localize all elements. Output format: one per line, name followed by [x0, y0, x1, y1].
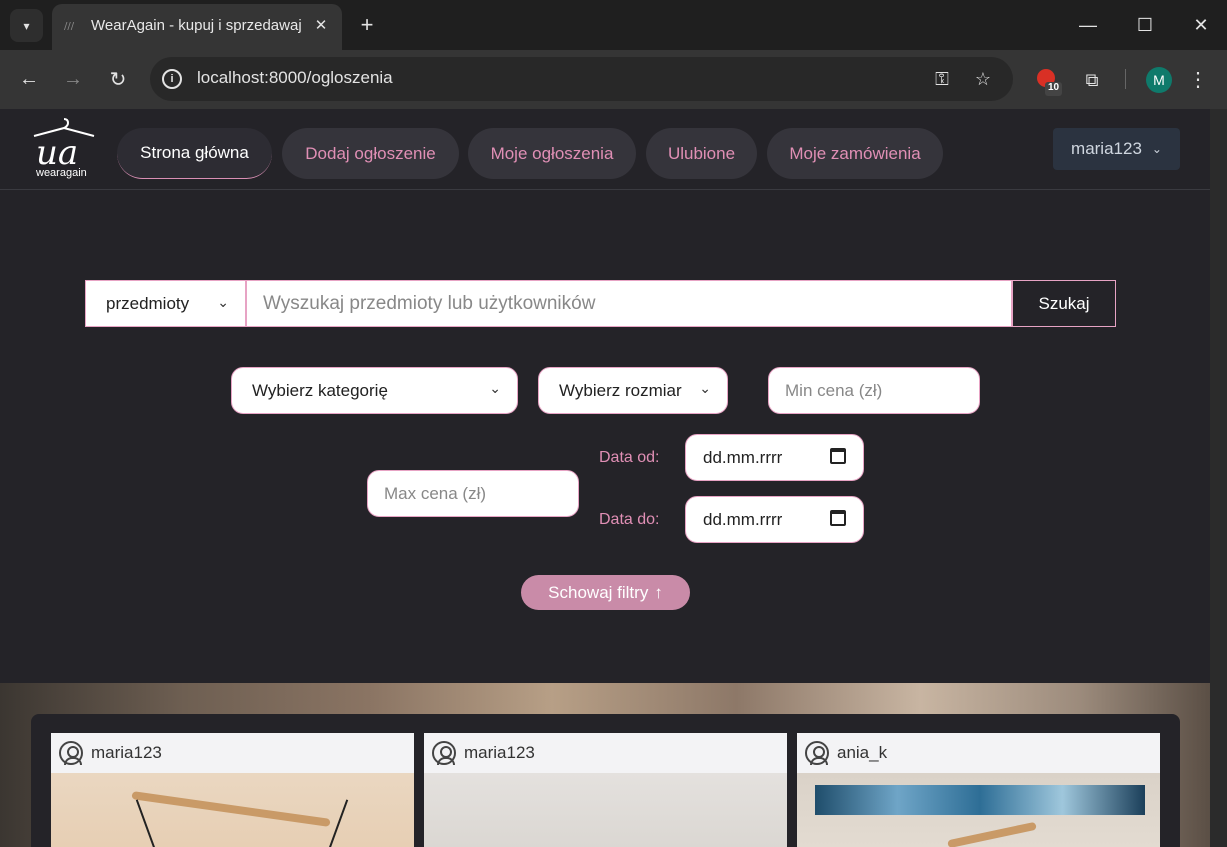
hanger-shape: [947, 821, 1037, 847]
listing-card[interactable]: maria123: [51, 733, 414, 847]
listing-image[interactable]: [424, 773, 787, 847]
date-from-label: Data od:: [599, 449, 660, 466]
chevron-down-icon: ⌄: [1151, 142, 1162, 156]
close-window-icon[interactable]: ✕: [1186, 10, 1216, 40]
min-price-input[interactable]: Min cena (zł): [768, 367, 980, 414]
painting-shape: [815, 785, 1145, 815]
nav-my-orders[interactable]: Moje zamówienia: [767, 128, 943, 179]
nav-home[interactable]: Strona główna: [117, 128, 272, 179]
listings-panel: maria123 maria123 ania_k: [31, 714, 1180, 847]
max-price-input[interactable]: Max cena (zł): [367, 470, 579, 517]
date-to-value: dd.mm.rrrr: [703, 509, 783, 529]
search-button[interactable]: Szukaj: [1012, 280, 1116, 327]
listing-user[interactable]: maria123: [91, 743, 162, 763]
chevron-down-icon: ⌄: [699, 380, 711, 396]
page-scrollbar[interactable]: [1210, 109, 1227, 847]
calendar-icon[interactable]: [830, 510, 846, 526]
search-scope-select[interactable]: przedmioty ⌄: [85, 280, 246, 327]
nav-add-listing[interactable]: Dodaj ogłoszenie: [282, 128, 459, 179]
site-navbar: ua wearagain Strona główna Dodaj ogłosze…: [0, 109, 1210, 190]
listing-user[interactable]: ania_k: [837, 743, 887, 763]
tab-title: WearAgain - kupuj i sprzedawaj: [91, 17, 302, 34]
nav-favorites[interactable]: Ulubione: [646, 128, 757, 179]
nav-my-listings[interactable]: Moje ogłoszenia: [468, 128, 636, 179]
arrow-up-icon: ↑: [654, 582, 663, 602]
search-panel: przedmioty ⌄ Wyszukaj przedmioty lub uży…: [0, 190, 1210, 683]
browser-menu-icon[interactable]: ⋮: [1188, 64, 1208, 94]
listing-card[interactable]: maria123: [424, 733, 787, 847]
user-circle-icon: [805, 741, 829, 765]
date-to-label: Data do:: [599, 511, 660, 528]
listing-image[interactable]: [797, 773, 1160, 847]
search-scope-value: przedmioty: [106, 293, 190, 313]
hide-filters-button[interactable]: Schowaj filtry ↑: [521, 575, 690, 610]
profile-avatar[interactable]: M: [1146, 67, 1172, 93]
size-select[interactable]: Wybierz rozmiar ⌄: [538, 367, 728, 414]
back-arrow-icon[interactable]: ←: [14, 64, 44, 94]
date-from-value: dd.mm.rrrr: [703, 447, 783, 467]
hanger-shape: [131, 791, 331, 827]
listing-image[interactable]: [51, 773, 414, 847]
category-select[interactable]: Wybierz kategorię ⌄: [231, 367, 518, 414]
hide-filters-label: Schowaj filtry: [548, 582, 649, 602]
calendar-icon[interactable]: [830, 448, 846, 464]
site-logo[interactable]: ua wearagain: [28, 117, 100, 183]
minimize-icon[interactable]: —: [1073, 10, 1103, 40]
browser-tab-bar: ▾ /// WearAgain - kupuj i sprzedawaj ✕ +…: [0, 0, 1227, 50]
chevron-down-icon: ⌄: [217, 294, 229, 310]
tab-close-icon[interactable]: ✕: [310, 14, 332, 36]
forward-arrow-icon[interactable]: →: [58, 64, 88, 94]
address-url[interactable]: localhost:8000/ogloszenia: [197, 68, 393, 88]
user-circle-icon: [59, 741, 83, 765]
bookmark-star-icon[interactable]: ☆: [971, 67, 995, 91]
user-dropdown[interactable]: maria123 ⌄: [1053, 128, 1180, 170]
category-value: Wybierz kategorię: [252, 380, 388, 400]
maximize-icon[interactable]: ☐: [1130, 10, 1160, 40]
logo-text: wearagain: [36, 167, 87, 179]
new-tab-plus-icon[interactable]: +: [355, 13, 379, 37]
page-viewport: ua wearagain Strona główna Dodaj ogłosze…: [0, 109, 1227, 847]
listing-card-header: maria123: [51, 733, 414, 773]
listing-user[interactable]: maria123: [464, 743, 535, 763]
address-bar[interactable]: i localhost:8000/ogloszenia ⚿ ☆: [150, 57, 1013, 101]
browser-tab[interactable]: /// WearAgain - kupuj i sprzedawaj ✕: [52, 4, 342, 50]
tab-favicon-icon: ///: [64, 21, 75, 32]
listing-card-header: maria123: [424, 733, 787, 773]
listing-card-header: ania_k: [797, 733, 1160, 773]
chevron-down-icon: ⌄: [489, 380, 501, 396]
strap-shape: [135, 799, 159, 847]
toolbar-divider: [1125, 69, 1126, 89]
user-circle-icon: [432, 741, 456, 765]
user-name: maria123: [1071, 139, 1142, 158]
reload-icon[interactable]: ↻: [103, 64, 133, 94]
tab-search-chevron-icon[interactable]: ▾: [10, 9, 43, 42]
password-key-icon[interactable]: ⚿: [930, 67, 954, 91]
extension-badge: 10: [1045, 82, 1063, 96]
listing-card[interactable]: ania_k: [797, 733, 1160, 847]
extensions-puzzle-icon[interactable]: ⧉: [1079, 67, 1105, 93]
site-info-icon[interactable]: i: [162, 69, 182, 89]
date-from-input[interactable]: dd.mm.rrrr: [685, 434, 864, 481]
size-value: Wybierz rozmiar: [559, 380, 682, 400]
date-to-input[interactable]: dd.mm.rrrr: [685, 496, 864, 543]
search-input[interactable]: Wyszukaj przedmioty lub użytkowników: [246, 280, 1012, 327]
